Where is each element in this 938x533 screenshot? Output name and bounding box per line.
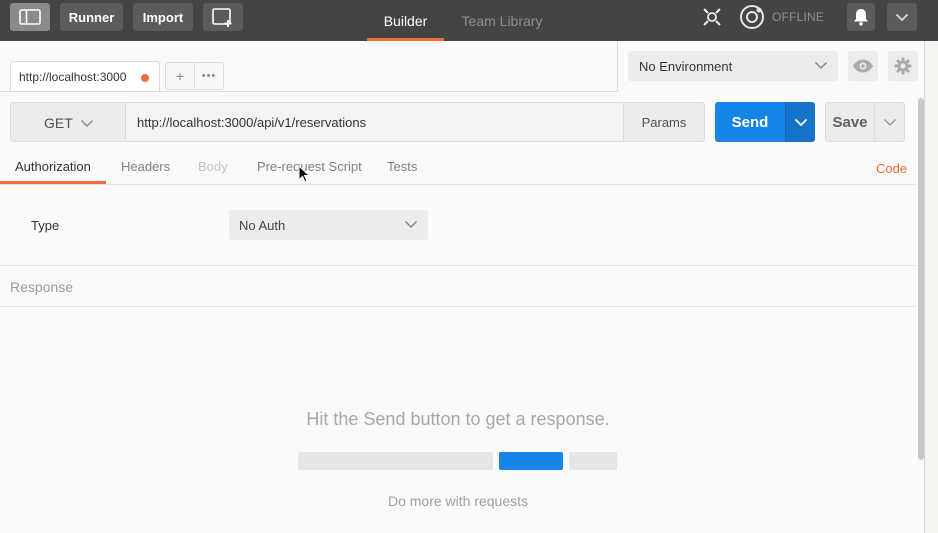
top-bar: Runner Import Builder Team Library OFFLI… bbox=[0, 0, 938, 41]
offline-status: OFFLINE bbox=[772, 10, 825, 24]
sidebar-toggle-button[interactable] bbox=[10, 3, 50, 31]
sidebar-toggle-icon bbox=[19, 9, 41, 25]
chevron-down-icon bbox=[80, 119, 94, 128]
params-button[interactable]: Params bbox=[623, 102, 705, 142]
subtabs-divider bbox=[0, 184, 916, 185]
illustration-bar-blue bbox=[499, 452, 563, 470]
method-select[interactable]: GET bbox=[10, 102, 126, 142]
url-input[interactable] bbox=[125, 102, 625, 142]
request-tab[interactable]: http://localhost:3000 bbox=[10, 61, 160, 92]
mouse-cursor-icon bbox=[298, 165, 310, 183]
environment-select[interactable]: No Environment bbox=[628, 51, 838, 81]
auth-type-select[interactable]: No Auth bbox=[229, 210, 428, 240]
response-divider-bottom bbox=[0, 306, 916, 307]
import-button[interactable]: Import bbox=[133, 3, 193, 31]
do-more-link[interactable]: Do more with requests bbox=[0, 493, 916, 509]
response-divider-top bbox=[0, 265, 916, 266]
interceptor-button[interactable] bbox=[698, 5, 726, 29]
chevron-down-icon bbox=[895, 13, 909, 21]
tab-authorization[interactable]: Authorization bbox=[15, 159, 91, 174]
send-button[interactable]: Send bbox=[715, 102, 785, 142]
save-options-button[interactable] bbox=[875, 102, 905, 142]
environment-select-value: No Environment bbox=[639, 59, 733, 74]
tab-team-library[interactable]: Team Library bbox=[452, 0, 552, 41]
unsaved-indicator bbox=[141, 74, 149, 82]
auth-type-label: Type bbox=[31, 218, 60, 233]
background-window-edge bbox=[924, 41, 938, 533]
response-label: Response bbox=[10, 279, 74, 295]
chevron-down-icon bbox=[794, 118, 807, 126]
runner-button[interactable]: Runner bbox=[60, 3, 123, 31]
illustration-bar-gray bbox=[298, 452, 493, 470]
sync-status-button[interactable] bbox=[738, 4, 766, 30]
tab-body[interactable]: Body bbox=[198, 159, 228, 174]
illustration-bar-gray-small bbox=[569, 452, 617, 470]
tab-tests[interactable]: Tests bbox=[387, 159, 417, 174]
bell-icon bbox=[854, 9, 868, 26]
generate-code-link[interactable]: Code bbox=[876, 161, 907, 176]
gear-icon bbox=[894, 57, 912, 75]
chevron-down-icon bbox=[814, 61, 828, 70]
eye-icon bbox=[853, 59, 873, 73]
tab-headers[interactable]: Headers bbox=[121, 159, 170, 174]
new-window-icon bbox=[212, 8, 232, 27]
auth-type-value: No Auth bbox=[239, 218, 286, 233]
save-button[interactable]: Save bbox=[825, 102, 875, 142]
empty-response-hint: Hit the Send button to get a response. bbox=[306, 409, 610, 429]
environment-quick-look-button[interactable] bbox=[848, 51, 878, 81]
chevron-down-icon bbox=[883, 118, 896, 126]
notifications-button[interactable] bbox=[847, 3, 875, 31]
new-tab-button[interactable]: + bbox=[165, 62, 195, 90]
tab-builder[interactable]: Builder bbox=[367, 0, 444, 41]
method-value: GET bbox=[44, 115, 73, 131]
environment-area: No Environment bbox=[617, 41, 924, 92]
user-menu-button[interactable] bbox=[887, 3, 917, 31]
request-tab-label: http://localhost:3000 bbox=[19, 70, 127, 84]
manage-environments-button[interactable] bbox=[888, 51, 918, 81]
sync-icon bbox=[740, 5, 764, 29]
chevron-down-icon bbox=[404, 220, 418, 229]
send-options-button[interactable] bbox=[785, 102, 815, 142]
interceptor-icon bbox=[703, 8, 721, 26]
new-window-button[interactable] bbox=[203, 3, 243, 31]
tab-options-button[interactable]: ••• bbox=[194, 62, 224, 90]
